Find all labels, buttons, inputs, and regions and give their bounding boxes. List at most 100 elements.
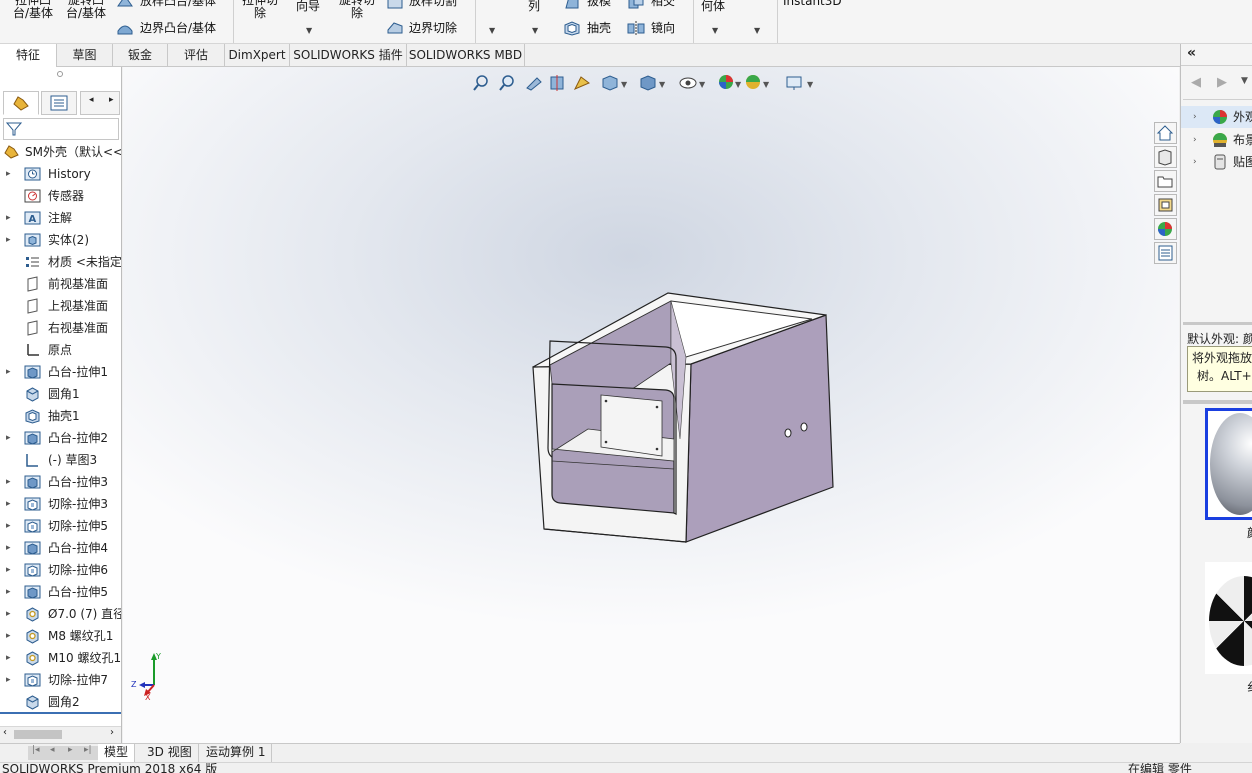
tab-sketch[interactable]: 草图 [57,44,113,67]
tree-node[interactable]: 圆角2 [0,691,121,713]
expand-arrow-icon[interactable]: ▸ [6,427,11,449]
tree-horizontal-scrollbar[interactable]: ‹ › [0,726,121,743]
tree-node[interactable]: ▸ 凸台-拉伸1 [0,361,121,383]
graphics-area[interactable]: ▼ ▼ ▼ ▼ ▼ ▼ ◫ ◫ – ❐ ✕ [123,67,1179,743]
custom-properties-tab[interactable] [1154,242,1177,264]
design-library-tab[interactable] [1154,146,1177,168]
tab-model[interactable]: 模型 [98,744,136,762]
extrude-boss-button[interactable]: 拉伸凸 台/基体 [8,0,58,20]
draft-button[interactable]: 拔模 [587,0,611,8]
scenes-folder-item[interactable]: › 布景 [1181,129,1252,151]
tree-node[interactable]: 材质 <未指定 [0,251,121,273]
appearances-tab[interactable] [1154,218,1177,240]
tree-node[interactable]: ▸ 切除-拉伸5 [0,515,121,537]
expand-arrow-icon[interactable]: ▸ [6,669,11,691]
expand-arrow-icon[interactable]: ▸ [6,647,11,669]
panel-collapse-handle[interactable] [121,377,122,413]
tree-node[interactable]: (-) 草图3 [0,449,121,471]
expand-arrow-icon[interactable]: ▸ [6,229,11,251]
tab-evaluate[interactable]: 评估 [168,44,225,67]
tree-node[interactable]: 传感器 [0,185,121,207]
expand-arrow-icon[interactable]: › [1193,151,1197,173]
property-manager-tab[interactable] [41,91,77,115]
hole-wizard-dropdown-icon[interactable]: ▼ [306,26,312,35]
extrude-cut-button[interactable]: 拉伸切 除 [237,0,283,20]
tree-node[interactable]: ▸ History [0,163,121,185]
tree-node[interactable]: 原点 [0,339,121,361]
feature-tree-tab[interactable] [3,91,39,115]
tab-solidworks-addins[interactable]: SOLIDWORKS 插件 [290,44,407,67]
pane-splitter[interactable] [1183,400,1252,404]
collapse-pane-icon[interactable]: « [1187,45,1196,61]
tab-scroll-arrows[interactable]: ◂ ▸ [80,91,120,115]
panel-splitter-handle[interactable] [57,71,63,77]
tab-motion-study[interactable]: 运动算例 1 [200,744,273,762]
tree-node[interactable]: ▸ M10 螺纹孔1 [0,647,121,669]
next-tab-icon[interactable]: ▸ [68,745,73,755]
tree-node[interactable]: ▸ A 注解 [0,207,121,229]
tab-3d-views[interactable]: 3D 视图 [141,744,199,762]
tree-node[interactable]: ▸ 凸台-拉伸3 [0,471,121,493]
curves-dropdown-icon[interactable]: ▼ [754,26,760,35]
section-view-icon[interactable] [550,75,564,91]
previous-view-icon[interactable] [526,77,542,91]
tree-node[interactable]: ▸ 凸台-拉伸2 [0,427,121,449]
scroll-left-icon[interactable]: ◂ [89,95,94,105]
reference-geometry-button[interactable]: 何体 [701,0,725,13]
expand-arrow-icon[interactable]: ▸ [6,537,11,559]
tree-node[interactable]: ▸ 凸台-拉伸4 [0,537,121,559]
scroll-left-arrow-icon[interactable]: ‹ [3,727,7,738]
first-tab-icon[interactable]: |◂ [32,745,40,755]
history-dropdown-icon[interactable]: ▼ [1241,76,1248,86]
view-settings-icon[interactable]: ▼ [786,76,814,90]
file-explorer-tab[interactable] [1154,170,1177,192]
close-icon[interactable]: ✕ [1151,67,1163,69]
forward-arrow-icon[interactable]: ▶ [1217,75,1227,90]
tree-node[interactable]: 圆角1 [0,383,121,405]
expand-arrow-icon[interactable]: ▸ [6,493,11,515]
solidworks-resources-tab[interactable] [1154,122,1177,144]
scroll-thumb[interactable] [14,730,62,739]
tree-root-part[interactable]: SM外壳（默认<< [0,141,121,163]
expand-arrow-icon[interactable]: ▸ [6,471,11,493]
loft-boss-button[interactable]: 放样凸台/基体 [140,0,216,8]
tab-sheet-metal[interactable]: 钣金 [113,44,168,67]
tree-node[interactable]: 右视基准面 [0,317,121,339]
tree-node[interactable]: 上视基准面 [0,295,121,317]
fillet-dropdown-icon[interactable]: ▼ [489,26,495,35]
tab-features[interactable]: 特征 [0,44,57,67]
decals-folder-item[interactable]: › 贴图 [1181,151,1252,173]
shell-button[interactable]: 抽壳 [587,22,611,35]
mirror-button[interactable]: 镜向 [651,22,675,35]
back-arrow-icon[interactable]: ◀ [1191,75,1201,90]
view-palette-tab[interactable] [1154,194,1177,216]
restore-icon[interactable]: ❐ [1125,67,1138,69]
viewport-split-left-icon[interactable]: ◫ [1047,67,1060,69]
scroll-right-arrow-icon[interactable]: › [110,727,114,738]
scroll-right-icon[interactable]: ▸ [109,95,114,105]
expand-arrow-icon[interactable]: ▸ [6,207,11,229]
tree-node[interactable]: ▸ M8 螺纹孔1 [0,625,121,647]
linear-pattern-button[interactable]: 列 [528,0,540,13]
edit-appearance-icon[interactable]: ▼ [719,75,742,89]
prev-tab-icon[interactable]: ◂ [50,745,55,755]
tree-node[interactable]: ▸ Ø7.0 (7) 直径 [0,603,121,625]
hide-show-items-icon[interactable]: ▼ [679,77,706,89]
tree-node[interactable]: ▸ 切除-拉伸6 [0,559,121,581]
hole-wizard-button[interactable]: 向导 [288,0,328,13]
apply-scene-icon[interactable]: ▼ [746,75,770,89]
intersect-button[interactable]: 相交 [651,0,675,8]
expand-arrow-icon[interactable]: › [1193,106,1197,128]
sheet-metal-enclosure-model[interactable] [528,289,838,544]
tab-solidworks-mbd[interactable]: SOLIDWORKS MBD [407,44,525,67]
revolve-cut-button[interactable]: 旋转切 除 [334,0,380,20]
expand-arrow-icon[interactable]: ▸ [6,559,11,581]
appearance-folder-item[interactable]: › 外观 [1181,106,1252,128]
tree-node[interactable]: ▸ 切除-拉伸7 [0,669,121,691]
tree-node[interactable]: ▸ 实体(2) [0,229,121,251]
tree-node[interactable]: ▸ 凸台-拉伸5 [0,581,121,603]
appearance-swatch-checker[interactable] [1205,562,1252,674]
minimize-icon[interactable]: – [1099,67,1106,71]
display-style-icon[interactable]: ▼ [640,75,666,91]
zoom-to-fit-icon[interactable] [473,75,488,91]
